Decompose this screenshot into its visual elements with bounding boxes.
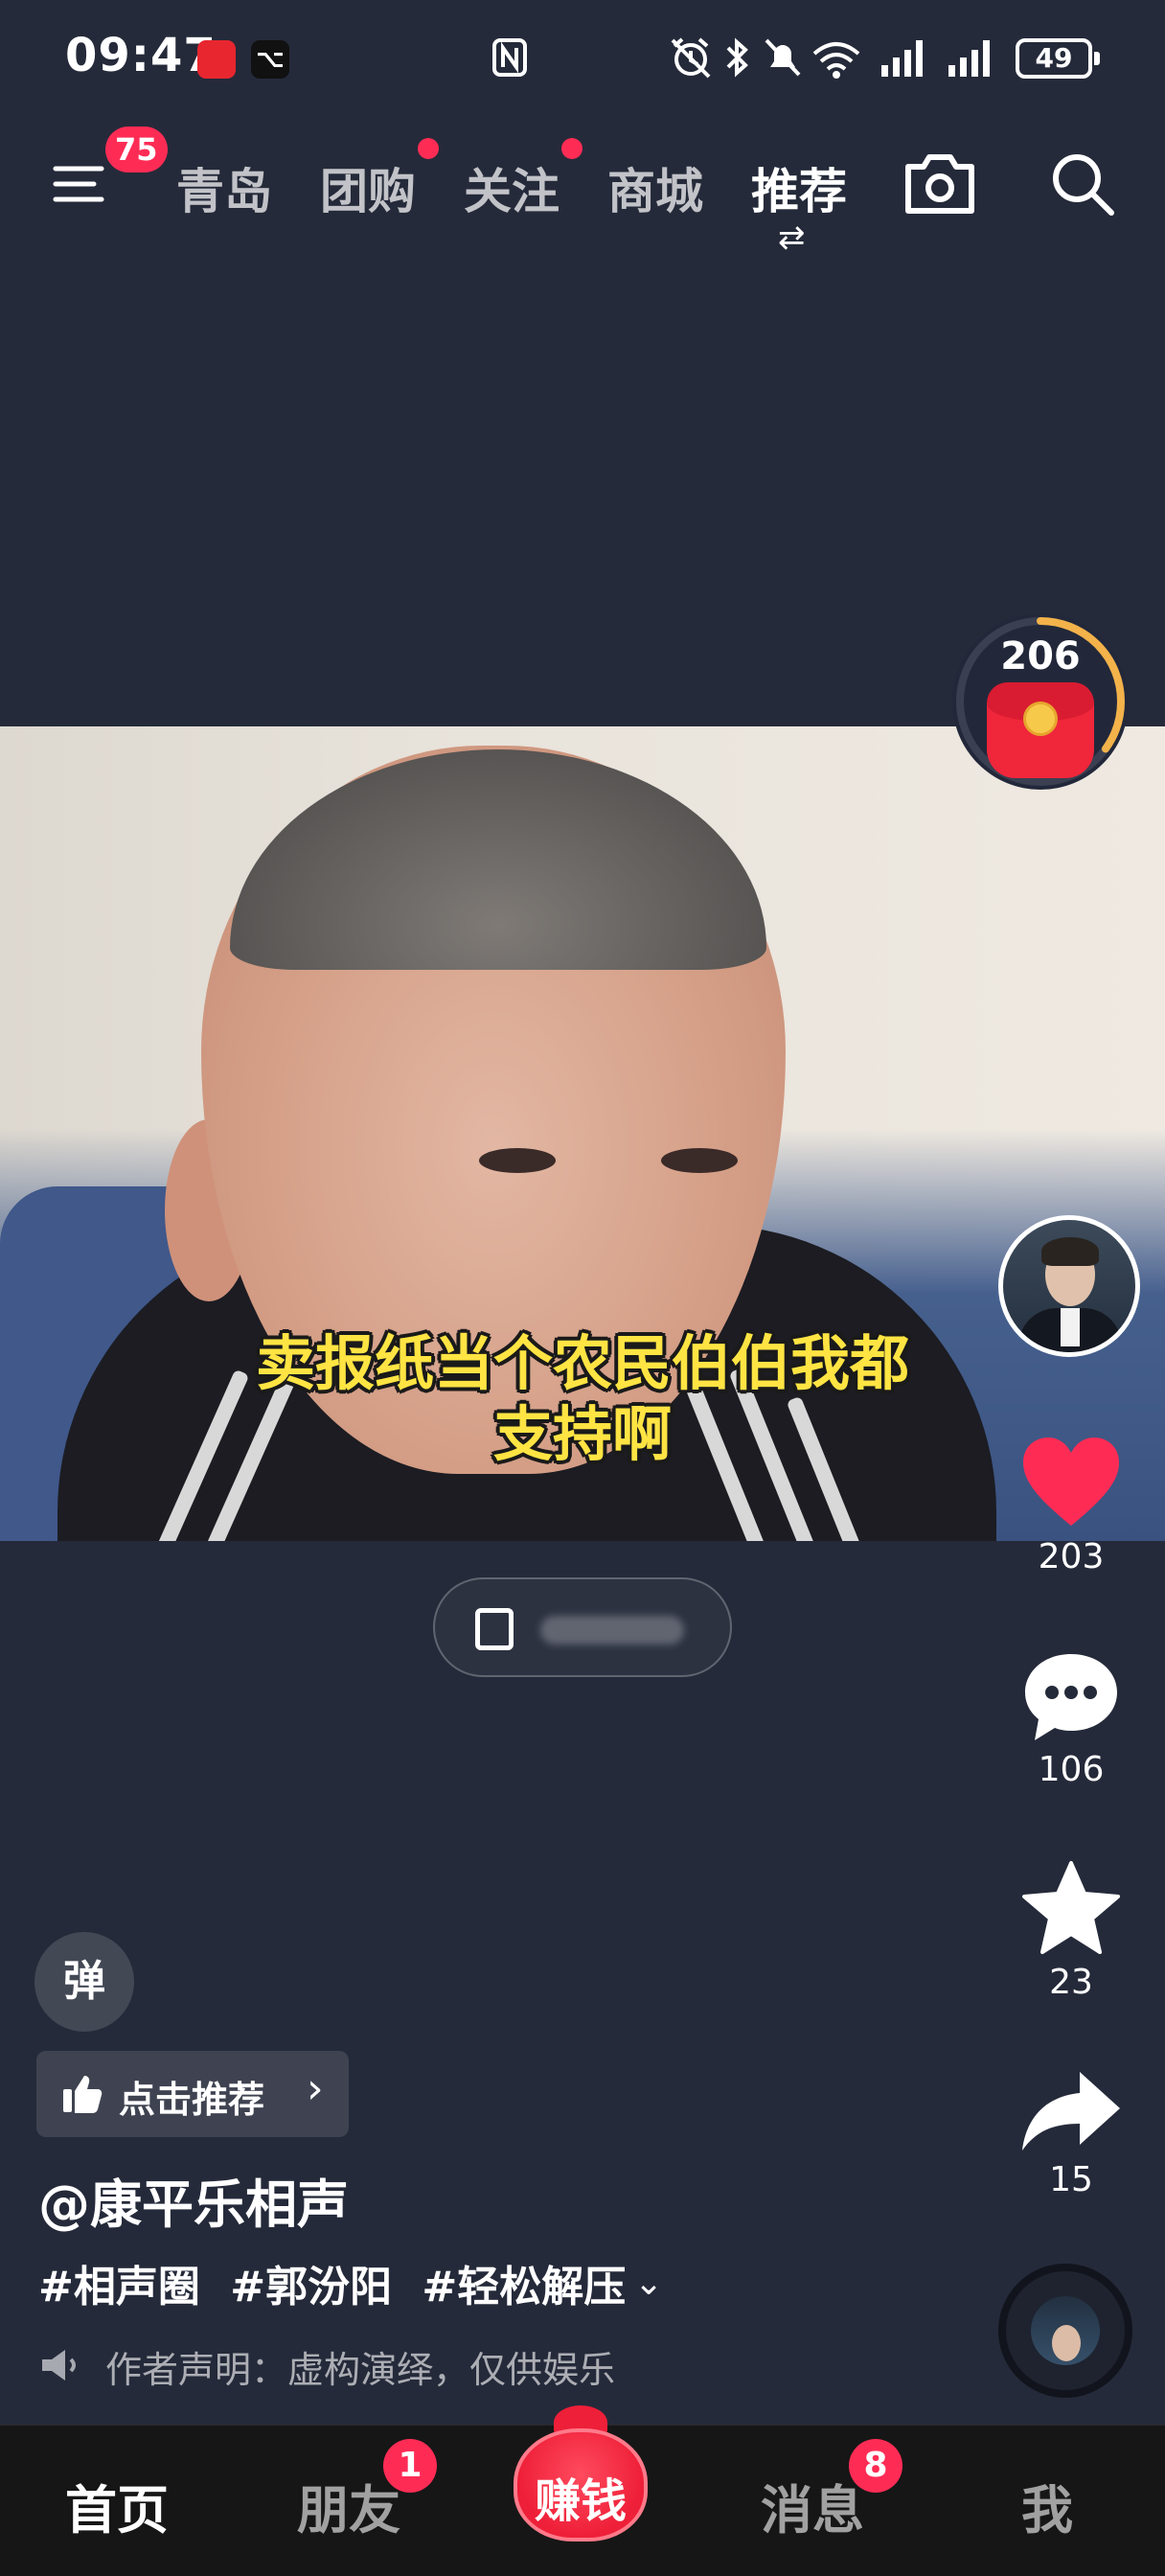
tab-friends[interactable]: 朋友 <box>297 2468 400 2543</box>
recommend-label: 点击推荐 <box>119 2079 265 2121</box>
comment-count: 106 <box>1038 1750 1105 1789</box>
battery-indicator: 49 <box>1016 38 1100 79</box>
signal-icon-sim2 <box>948 40 990 77</box>
expand-description-icon[interactable]: ⌄ <box>634 2264 663 2303</box>
video-subtitle-line1: 卖报纸当个农民伯伯我都 <box>255 1328 909 1398</box>
heart-icon <box>1023 1438 1119 1526</box>
app-screen: 09:47 ⌥ 49 75 青岛 团购 关注 商城 推荐 ⇄ 卖报纸当个农民伯伯… <box>0 0 1165 2576</box>
comment-button[interactable]: 106 <box>1012 1650 1131 1789</box>
earn-money-button[interactable]: 赚钱 <box>508 2402 653 2543</box>
redpacket-count: 206 <box>1000 634 1081 678</box>
mute-icon <box>765 38 801 77</box>
search-icon[interactable] <box>1044 146 1121 222</box>
like-count: 203 <box>1038 1537 1105 1576</box>
tab-recommend[interactable]: 推荐 <box>751 153 847 222</box>
video-person-eye-right <box>661 1148 738 1173</box>
video-player[interactable]: 卖报纸当个农民伯伯我都 支持啊 <box>0 726 1165 1541</box>
danmu-toggle-button[interactable]: 弹 <box>34 1932 134 2032</box>
hashtag[interactable]: #相声圈 <box>38 2263 200 2312</box>
tab-qingdao[interactable]: 青岛 <box>176 153 272 222</box>
video-subtitle-line2: 支持啊 <box>492 1399 672 1469</box>
bluetooth-icon <box>726 37 748 78</box>
tab-messages[interactable]: 消息 <box>761 2468 864 2543</box>
tab-following[interactable]: 关注 <box>464 153 560 222</box>
video-person-eye-left <box>479 1148 556 1173</box>
chevron-right-icon: › <box>307 2064 324 2113</box>
author-name[interactable]: @康平乐相声 <box>38 2162 349 2238</box>
music-disc[interactable] <box>998 2264 1132 2398</box>
share-icon <box>1022 2072 1120 2150</box>
feed-switch-icon[interactable]: ⇄ <box>778 218 806 257</box>
alarm-icon <box>671 37 711 79</box>
wifi-icon <box>812 42 860 79</box>
huawei-app-icon <box>197 40 236 79</box>
hashtag[interactable]: #郭汾阳 <box>230 2263 392 2312</box>
messages-badge: 8 <box>849 2439 902 2493</box>
hashtag-list: #相声圈 #郭汾阳 #轻松解压 <box>38 2252 641 2313</box>
camera-icon[interactable] <box>901 146 979 222</box>
fullscreen-icon <box>475 1608 514 1650</box>
comment-icon <box>1025 1654 1117 1740</box>
like-button[interactable]: 203 <box>1012 1436 1131 1576</box>
friends-badge: 1 <box>383 2439 437 2493</box>
status-time: 09:47 <box>65 29 217 82</box>
share-button[interactable]: 15 <box>1012 2068 1131 2199</box>
tab-following-dot <box>561 138 582 159</box>
hashtag[interactable]: #轻松解压 <box>422 2263 626 2312</box>
author-disclaimer: 作者声明：虚构演绎，仅供娱乐 <box>105 2349 616 2391</box>
tab-mall[interactable]: 商城 <box>607 153 703 222</box>
tab-group-buy-dot <box>418 138 439 159</box>
tab-home[interactable]: 首页 <box>65 2468 169 2543</box>
favorite-button[interactable]: 23 <box>1012 1859 1131 2002</box>
author-avatar[interactable] <box>998 1215 1140 1357</box>
menu-badge: 75 <box>105 126 168 172</box>
redpacket-timer[interactable]: 206 <box>952 613 1129 790</box>
tab-group-buy[interactable]: 团购 <box>320 153 416 222</box>
status-bar: 09:47 ⌥ 49 <box>0 0 1165 115</box>
signal-icon-sim1 <box>881 40 923 77</box>
star-icon <box>1022 1861 1120 1954</box>
thumbs-up-icon <box>63 2076 103 2113</box>
fullscreen-label-blurred <box>540 1616 684 1644</box>
tab-me[interactable]: 我 <box>1021 2468 1073 2543</box>
share-count: 15 <box>1049 2160 1093 2199</box>
video-person-hair <box>230 749 766 970</box>
capcut-app-icon: ⌥ <box>251 40 289 79</box>
fullscreen-button[interactable] <box>433 1577 732 1677</box>
menu-icon[interactable] <box>52 155 109 213</box>
earn-label: 赚钱 <box>534 2474 627 2528</box>
favorite-count: 23 <box>1049 1963 1093 2002</box>
speaker-icon <box>42 2350 76 2380</box>
nfc-icon <box>492 38 527 77</box>
recommend-button[interactable]: 点击推荐 › <box>36 2051 349 2137</box>
